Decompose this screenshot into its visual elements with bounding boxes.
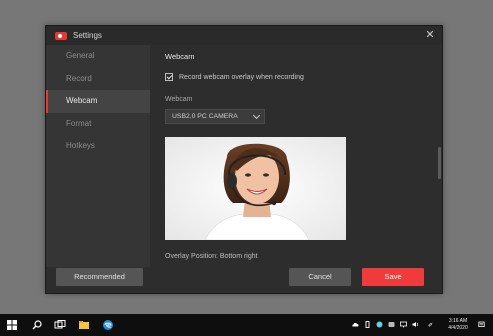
sidebar-item-webcam[interactable]: Webcam bbox=[46, 90, 150, 113]
app-tray-icon[interactable] bbox=[388, 321, 395, 328]
settings-scrollbar[interactable] bbox=[438, 47, 441, 265]
window-title: Settings bbox=[73, 31, 102, 40]
windows-taskbar: ✐ 3:16 AM 4/4/2020 bbox=[0, 314, 493, 336]
svg-text:✐: ✐ bbox=[428, 322, 433, 328]
overlay-position-label: Overlay Position: Bottom right bbox=[165, 253, 258, 260]
record-webcam-overlay-checkbox[interactable] bbox=[165, 73, 173, 81]
record-webcam-overlay-option: Record webcam overlay when recording bbox=[165, 73, 304, 81]
settings-sidebar: General Record Webcam Format Hotkeys bbox=[46, 45, 150, 267]
notification-icon[interactable] bbox=[478, 321, 485, 328]
task-view-icon[interactable] bbox=[54, 319, 66, 331]
cancel-button[interactable]: Cancel bbox=[289, 268, 351, 286]
section-title: Webcam bbox=[165, 52, 195, 61]
webcam-preview-person-image bbox=[165, 137, 346, 240]
title-bar: Settings ✕ bbox=[46, 26, 442, 45]
webcam-select[interactable]: USB2.0 PC CAMERA bbox=[165, 109, 265, 124]
search-icon[interactable] bbox=[31, 319, 43, 331]
save-button[interactable]: Save bbox=[362, 268, 424, 286]
chevron-down-icon bbox=[252, 111, 261, 120]
network-icon[interactable] bbox=[400, 321, 407, 328]
volume-icon[interactable] bbox=[412, 321, 419, 328]
webcam-select-value: USB2.0 PC CAMERA bbox=[172, 113, 238, 120]
taskbar-clock[interactable]: 3:16 AM 4/4/2020 bbox=[444, 318, 472, 331]
usb-icon[interactable] bbox=[364, 321, 371, 328]
sidebar-item-general[interactable]: General bbox=[46, 45, 150, 68]
language-icon[interactable]: ✐ bbox=[428, 321, 435, 328]
close-icon[interactable]: ✕ bbox=[424, 29, 436, 41]
sidebar-item-hotkeys[interactable]: Hotkeys bbox=[46, 135, 150, 158]
cloud-icon[interactable] bbox=[352, 321, 359, 328]
webcam-settings-panel: Webcam Record webcam overlay when record… bbox=[150, 45, 442, 267]
recommended-button[interactable]: Recommended bbox=[56, 268, 143, 286]
file-explorer-icon[interactable] bbox=[78, 319, 90, 331]
record-webcam-overlay-label[interactable]: Record webcam overlay when recording bbox=[179, 74, 304, 81]
sidebar-item-format[interactable]: Format bbox=[46, 113, 150, 136]
scrollbar-thumb[interactable] bbox=[438, 147, 441, 179]
recorder-tray-icon[interactable] bbox=[376, 321, 383, 328]
edge-browser-icon[interactable] bbox=[102, 319, 114, 331]
clock-date: 4/4/2020 bbox=[448, 324, 468, 331]
webcam-preview bbox=[165, 137, 346, 240]
settings-window: Settings ✕ General Record Webcam Format … bbox=[45, 25, 443, 294]
windows-start-icon[interactable] bbox=[6, 319, 18, 331]
sidebar-item-record[interactable]: Record bbox=[46, 68, 150, 91]
screen-recorder-logo-icon bbox=[55, 31, 67, 40]
dialog-footer: Recommended Cancel Save bbox=[46, 267, 442, 293]
webcam-field-label: Webcam bbox=[165, 96, 193, 103]
